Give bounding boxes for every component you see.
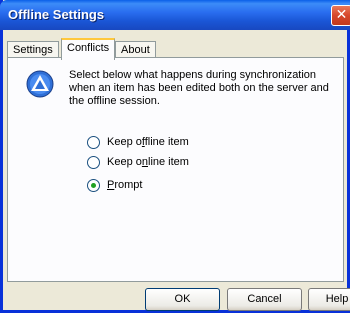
option-keep-online[interactable]: Keep online item	[87, 155, 189, 169]
conflict-description: Select below what happens during synchro…	[69, 69, 329, 107]
tab-settings-label: Settings	[13, 44, 53, 56]
option-prompt[interactable]: Prompt	[87, 178, 142, 192]
info-icon	[26, 70, 54, 98]
prompt-radio[interactable]	[87, 178, 100, 192]
title-bar[interactable]: Offline Settings ✕	[0, 0, 350, 30]
tab-about-label: About	[121, 44, 150, 56]
prompt-label: Prompt	[107, 179, 143, 191]
keep-online-label: Keep online item	[107, 156, 189, 168]
keep-offline-radio[interactable]	[87, 135, 100, 149]
keep-offline-label: Keep offline item	[107, 136, 189, 148]
keep-online-radio[interactable]	[87, 155, 100, 169]
close-button[interactable]: ✕	[331, 5, 350, 26]
tab-conflicts-label: Conflicts	[67, 42, 110, 54]
conflicts-panel: Select below what happens during synchro…	[7, 57, 344, 282]
close-icon: ✕	[335, 7, 348, 23]
ok-button[interactable]: OK	[145, 288, 220, 311]
cancel-button[interactable]: Cancel	[227, 288, 302, 311]
tab-conflicts[interactable]: Conflicts	[61, 38, 116, 60]
window-title: Offline Settings	[8, 7, 105, 22]
help-button[interactable]: Help	[308, 288, 350, 311]
option-keep-offline[interactable]: Keep offline item	[87, 135, 189, 149]
